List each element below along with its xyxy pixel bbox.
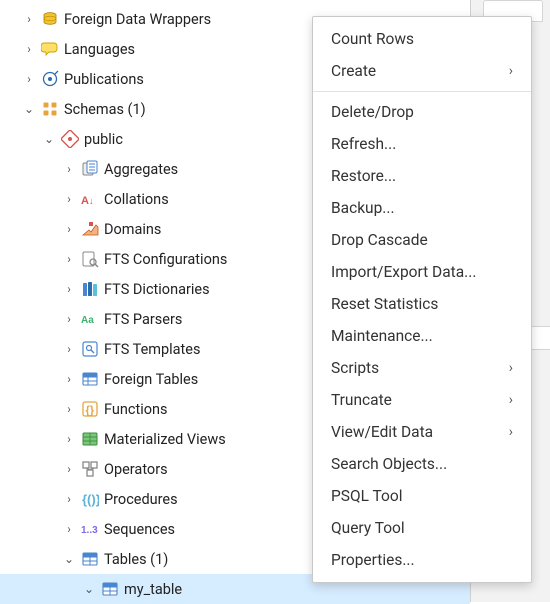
tables-icon [80,549,100,569]
menu-create[interactable]: Create› [313,55,531,87]
fts-dictionaries-icon [80,279,100,299]
operators-icon [80,459,100,479]
menu-query-tool[interactable]: Query Tool [313,512,531,544]
chevron-right-icon[interactable]: › [60,222,78,236]
tree-label: Collations [104,191,169,208]
menu-maintenance[interactable]: Maintenance... [313,320,531,352]
chevron-down-icon[interactable]: ⌄ [60,552,78,566]
chevron-right-icon[interactable]: › [20,72,38,86]
foreign-tables-icon [80,369,100,389]
domains-icon [80,219,100,239]
menu-backup[interactable]: Backup... [313,192,531,224]
chevron-right-icon[interactable]: › [20,42,38,56]
menu-count-rows[interactable]: Count Rows [313,23,531,55]
tree-label: public [84,131,123,148]
tree-label: Functions [104,401,167,418]
fts-configurations-icon [80,249,100,269]
menu-reset-statistics[interactable]: Reset Statistics [313,288,531,320]
chevron-right-icon[interactable]: › [20,12,38,26]
tree-label: Aggregates [104,161,178,178]
tree-label: Sequences [104,521,175,538]
menu-delete-drop[interactable]: Delete/Drop [313,96,531,128]
tree-label: my_table [124,581,182,598]
chevron-right-icon[interactable]: › [60,252,78,266]
menu-restore[interactable]: Restore... [313,160,531,192]
menu-drop-cascade[interactable]: Drop Cascade [313,224,531,256]
chevron-right-icon[interactable]: › [60,282,78,296]
tree-label: FTS Templates [104,341,200,358]
chevron-right-icon: › [509,55,513,87]
tree-label: FTS Configurations [104,251,227,268]
menu-separator [313,91,531,92]
tree-label: Schemas (1) [64,101,146,118]
menu-scripts[interactable]: Scripts› [313,352,531,384]
tree-label: Publications [64,71,144,88]
menu-truncate[interactable]: Truncate› [313,384,531,416]
tree-label: Languages [64,41,135,58]
table-icon [100,579,120,599]
tree-label: Foreign Data Wrappers [64,11,211,28]
chevron-right-icon[interactable]: › [60,312,78,326]
chevron-right-icon[interactable]: › [60,492,78,506]
schemas-icon [40,99,60,119]
menu-search-objects[interactable]: Search Objects... [313,448,531,480]
fts-templates-icon [80,339,100,359]
chevron-right-icon[interactable]: › [60,192,78,206]
chevron-right-icon[interactable]: › [60,522,78,536]
fts-parsers-icon [80,309,100,329]
tree-label: Domains [104,221,161,238]
materialized-views-icon [80,429,100,449]
tree-label: Procedures [104,491,178,508]
menu-psql-tool[interactable]: PSQL Tool [313,480,531,512]
sequences-icon [80,519,100,539]
tree-label: Operators [104,461,168,478]
chevron-right-icon[interactable]: › [60,372,78,386]
chevron-right-icon: › [509,352,513,384]
chevron-right-icon[interactable]: › [60,342,78,356]
menu-refresh[interactable]: Refresh... [313,128,531,160]
tree-label: FTS Parsers [104,311,182,328]
foreign-data-wrappers-icon [40,9,60,29]
schema-icon [60,129,80,149]
chevron-right-icon[interactable]: › [60,462,78,476]
languages-icon [40,39,60,59]
tree-label: Materialized Views [104,431,226,448]
functions-icon [80,399,100,419]
tree-label: FTS Dictionaries [104,281,210,298]
chevron-down-icon[interactable]: ⌄ [40,132,58,146]
chevron-down-icon[interactable]: ⌄ [80,582,98,596]
chevron-down-icon[interactable]: ⌄ [20,102,38,116]
chevron-right-icon[interactable]: › [60,402,78,416]
tree-label: Tables (1) [104,551,168,568]
chevron-right-icon[interactable]: › [60,162,78,176]
chevron-right-icon: › [509,384,513,416]
aggregates-icon [80,159,100,179]
tree-label: Foreign Tables [104,371,198,388]
publications-icon [40,69,60,89]
procedures-icon [80,489,100,509]
collations-icon [80,189,100,209]
menu-import-export[interactable]: Import/Export Data... [313,256,531,288]
menu-view-edit-data[interactable]: View/Edit Data› [313,416,531,448]
context-menu: Count Rows Create› Delete/Drop Refresh..… [312,16,532,583]
menu-properties[interactable]: Properties... [313,544,531,576]
chevron-right-icon: › [509,416,513,448]
chevron-right-icon[interactable]: › [60,432,78,446]
